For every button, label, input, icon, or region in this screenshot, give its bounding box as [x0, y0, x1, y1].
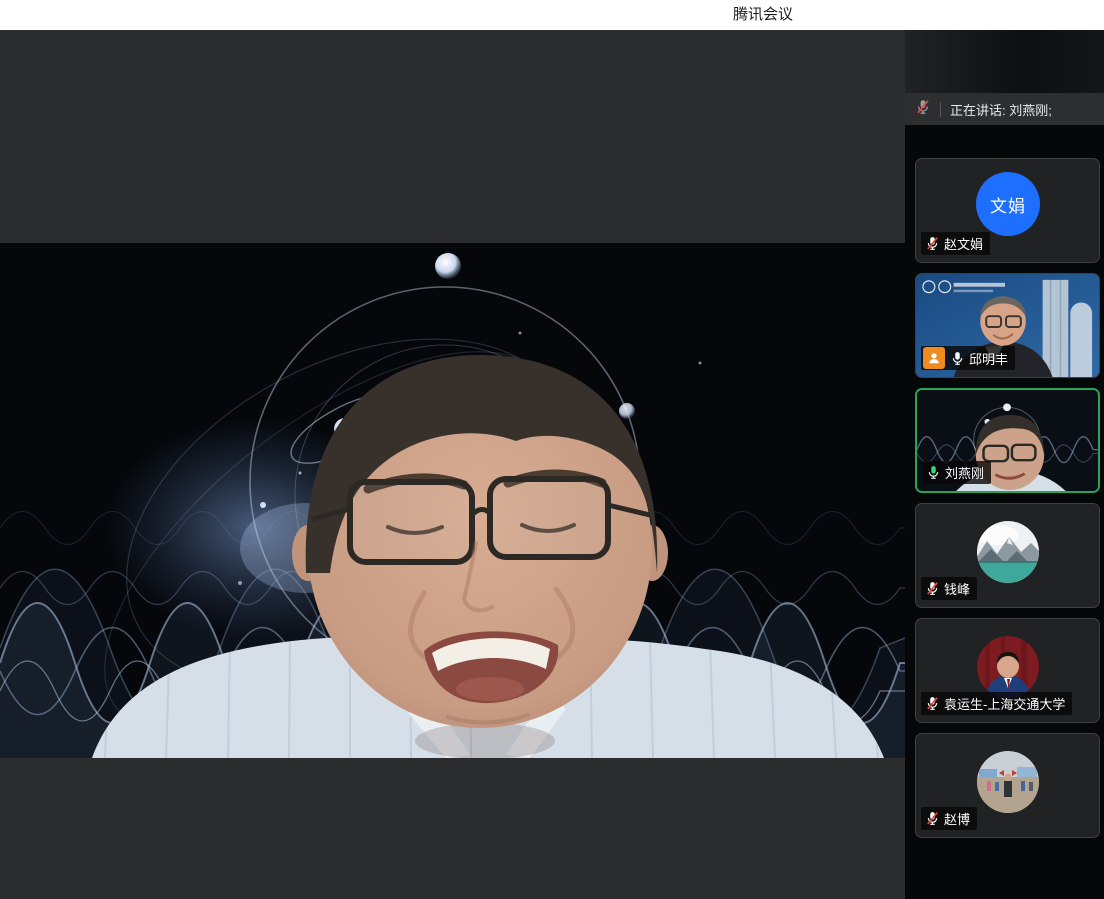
participant-tile-qianfeng[interactable]: 钱峰 [915, 503, 1100, 608]
banner-divider [940, 102, 941, 117]
mic-speaking-icon [926, 465, 941, 480]
name-label: 赵博 [921, 807, 977, 830]
participant-tile-qiumingfeng[interactable]: 邱明丰 [915, 273, 1100, 378]
participant-list[interactable]: 文娟 赵文娟 [915, 158, 1100, 848]
participant-name: 赵博 [944, 809, 970, 828]
name-label: 刘燕刚 [922, 461, 991, 484]
main-video[interactable] [0, 243, 905, 758]
participants-sidebar: 正在讲话: 刘燕刚; 文娟 赵文娟 [905, 30, 1104, 899]
mic-muted-icon [925, 581, 940, 596]
name-label: 钱峰 [921, 577, 977, 600]
speaking-banner-text: 正在讲话: 刘燕刚; [950, 100, 1052, 119]
mic-muted-icon [925, 696, 940, 711]
mic-muted-icon [925, 811, 940, 826]
window-titlebar[interactable]: 腾讯会议 [0, 0, 1104, 30]
main-stage [0, 30, 905, 899]
banner-mic-muted-icon [915, 99, 931, 120]
avatar-photo [977, 751, 1039, 813]
name-label: 赵文娟 [921, 232, 990, 255]
meeting-window: 腾讯会议 [0, 0, 1104, 899]
sidebar-top-gradient [905, 30, 1104, 93]
participant-name: 邱明丰 [969, 349, 1008, 368]
participant-tile-zhaowenjuan[interactable]: 文娟 赵文娟 [915, 158, 1100, 263]
participant-name: 钱峰 [944, 579, 970, 598]
participant-name: 刘燕刚 [945, 463, 984, 482]
mic-muted-icon [925, 236, 940, 251]
participant-tile-yuanyunsheng[interactable]: 袁运生-上海交通大学 [915, 618, 1100, 723]
name-label: 邱明丰 [921, 346, 1015, 370]
avatar-initials: 文娟 [976, 172, 1040, 236]
participant-tile-liuyangang[interactable]: 刘燕刚 [915, 388, 1100, 493]
avatar-photo [977, 636, 1039, 698]
participant-name: 赵文娟 [944, 234, 983, 253]
host-badge-icon [923, 347, 945, 369]
participant-tile-zhaobo[interactable]: 赵博 [915, 733, 1100, 838]
participant-name: 袁运生-上海交通大学 [944, 694, 1065, 713]
window-title: 腾讯会议 [733, 0, 793, 30]
avatar-photo [977, 521, 1039, 583]
name-label: 袁运生-上海交通大学 [921, 692, 1072, 715]
mic-on-icon [950, 351, 965, 366]
speaking-banner: 正在讲话: 刘燕刚; [905, 93, 1104, 125]
main-video-frame [0, 243, 905, 758]
